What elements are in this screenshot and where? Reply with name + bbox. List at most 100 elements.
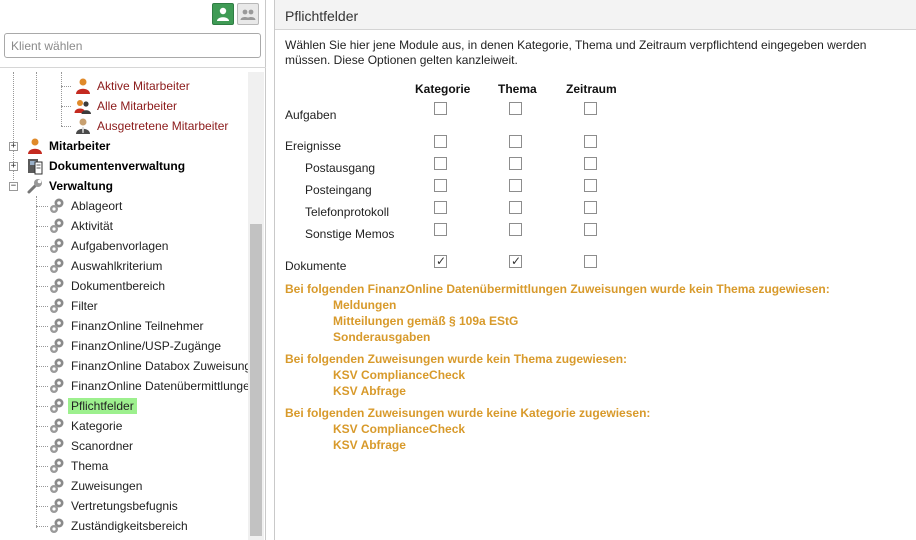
- tree-item-label: Ausgetretene Mitarbeiter: [97, 119, 229, 133]
- checkbox-kategorie[interactable]: [434, 201, 447, 214]
- tree-line: [36, 206, 48, 207]
- tree-item-label: Aufgabenvorlagen: [71, 239, 169, 253]
- tree-item-verwaltung-child[interactable]: FinanzOnline Teilnehmer: [48, 316, 207, 336]
- user-red-icon: [76, 78, 90, 94]
- gears-icon: [50, 478, 64, 493]
- tree-line: [36, 466, 48, 467]
- navigation-panel: Aktive Mitarbeiter Alle Mitarbeiter: [0, 0, 266, 540]
- checkbox-kategorie[interactable]: [434, 223, 447, 236]
- tree-line: [36, 326, 48, 327]
- group-view-button[interactable]: [237, 3, 259, 25]
- checkbox-zeitraum[interactable]: [584, 135, 597, 148]
- checkbox-zeitraum[interactable]: [584, 223, 597, 236]
- scrollbar-thumb[interactable]: [250, 224, 262, 536]
- warning-item: KSV Abfrage: [333, 438, 406, 452]
- checkbox-kategorie[interactable]: [434, 135, 447, 148]
- tree-item-label: Verwaltung: [49, 179, 114, 193]
- tree-item-alle-mitarbeiter[interactable]: Alle Mitarbeiter: [74, 96, 180, 116]
- checkbox-thema[interactable]: [509, 179, 522, 192]
- tree-item-label: Scanordner: [71, 439, 134, 453]
- gears-icon: [50, 458, 64, 473]
- single-user-view-button[interactable]: [212, 3, 234, 25]
- tree-line: [36, 446, 48, 447]
- collapse-toggle[interactable]: −: [9, 182, 18, 191]
- checkbox-kategorie[interactable]: ✓: [434, 254, 447, 268]
- tree-item-verwaltung-child[interactable]: Zuständigkeitsbereich: [48, 516, 191, 536]
- tree-item-label: Aktivität: [71, 219, 114, 233]
- tree-item-verwaltung-child[interactable]: Zuweisungen: [48, 476, 145, 496]
- app-window: Aktive Mitarbeiter Alle Mitarbeiter: [0, 0, 916, 540]
- checkbox-zeitraum[interactable]: [584, 201, 597, 214]
- tree-line: [36, 486, 48, 487]
- gears-icon: [50, 438, 64, 453]
- check-icon: ✓: [436, 254, 447, 268]
- checkbox-kategorie[interactable]: [434, 157, 447, 170]
- gears-icon: [50, 398, 64, 413]
- expand-toggle[interactable]: +: [9, 142, 18, 151]
- tree-item-verwaltung-child[interactable]: Aufgabenvorlagen: [48, 236, 171, 256]
- checkbox-thema[interactable]: [509, 157, 522, 170]
- tree-item-verwaltung-child[interactable]: Filter: [48, 296, 101, 316]
- tree-item-label: Pflichtfelder: [68, 398, 137, 414]
- checkbox-thema[interactable]: [509, 135, 522, 148]
- tree-item-verwaltung-child[interactable]: Kategorie: [48, 416, 125, 436]
- tree-item-label: Ablageort: [71, 199, 123, 213]
- gears-icon: [50, 338, 64, 353]
- tree-item-label: FinanzOnline/USP-Zugänge: [71, 339, 222, 353]
- tree-item-dokumentenverwaltung[interactable]: Dokumentenverwaltung: [26, 156, 188, 176]
- tree-line: [36, 286, 48, 287]
- checkbox-thema[interactable]: ✓: [509, 254, 522, 268]
- tree-item-verwaltung-child[interactable]: Thema: [48, 456, 111, 476]
- tree-item-label: Filter: [71, 299, 98, 313]
- column-header-thema: Thema: [498, 82, 537, 96]
- tree-item-ausgetretene-mitarbeiter[interactable]: Ausgetretene Mitarbeiter: [74, 116, 231, 136]
- tree-item-label: Mitarbeiter: [49, 139, 111, 153]
- client-search-input[interactable]: [4, 33, 261, 58]
- gears-icon: [50, 498, 64, 513]
- tree-item-verwaltung-child[interactable]: Ablageort: [48, 196, 125, 216]
- wrench-icon: [27, 179, 42, 194]
- users-icon: [240, 9, 256, 20]
- gears-icon: [50, 278, 64, 293]
- tree-line: [61, 86, 71, 87]
- warning-heading: Bei folgenden Zuweisungen wurde keine Ka…: [285, 406, 651, 420]
- tree-item-verwaltung[interactable]: Verwaltung: [26, 176, 116, 196]
- checkbox-thema[interactable]: [509, 102, 522, 115]
- tree-item-mitarbeiter[interactable]: Mitarbeiter: [26, 136, 113, 156]
- tree-item-label: Dokumentenverwaltung: [49, 159, 186, 173]
- check-icon: ✓: [511, 254, 522, 268]
- tree-item-verwaltung-child[interactable]: FinanzOnline/USP-Zugänge: [48, 336, 224, 356]
- tree-item-label: Zuweisungen: [71, 479, 143, 493]
- warning-item: KSV ComplianceCheck: [333, 368, 466, 382]
- checkbox-kategorie[interactable]: [434, 102, 447, 115]
- tree-line: [61, 72, 62, 126]
- tree-line: [61, 126, 71, 127]
- tree-item-verwaltung-child[interactable]: Vertretungsbefugnis: [48, 496, 181, 516]
- tree-item-verwaltung-child[interactable]: FinanzOnline Databox Zuweisunge: [48, 356, 248, 376]
- tree-item-verwaltung-child[interactable]: Scanordner: [48, 436, 136, 456]
- content-panel: Pflichtfelder Wählen Sie hier jene Modul…: [274, 0, 916, 540]
- checkbox-zeitraum[interactable]: [584, 255, 597, 268]
- tree-item-verwaltung-child[interactable]: Aktivität: [48, 216, 116, 236]
- left-toolbar: [0, 0, 266, 30]
- warning-heading: Bei folgenden Zuweisungen wurde kein The…: [285, 352, 628, 366]
- checkbox-kategorie[interactable]: [434, 179, 447, 192]
- tree-item-label: Kategorie: [71, 419, 123, 433]
- tree-item-verwaltung-child[interactable]: Pflichtfelder: [48, 396, 137, 416]
- tree-scrollbar[interactable]: [248, 72, 264, 540]
- tree-item-aktive-mitarbeiter[interactable]: Aktive Mitarbeiter: [74, 76, 193, 96]
- row-label: Telefonprotokoll: [305, 205, 390, 219]
- expand-toggle[interactable]: +: [9, 162, 18, 171]
- checkbox-thema[interactable]: [509, 223, 522, 236]
- tree-item-verwaltung-child[interactable]: Dokumentbereich: [48, 276, 168, 296]
- checkbox-zeitraum[interactable]: [584, 157, 597, 170]
- gears-icon: [50, 198, 64, 213]
- tree-item-verwaltung-child[interactable]: Auswahlkriterium: [48, 256, 165, 276]
- tree-item-verwaltung-child[interactable]: FinanzOnline Datenübermittlungen: [48, 376, 248, 396]
- tree-line: [36, 246, 48, 247]
- checkbox-zeitraum[interactable]: [584, 102, 597, 115]
- gears-icon: [50, 378, 64, 393]
- checkbox-thema[interactable]: [509, 201, 522, 214]
- warning-item: Meldungen: [333, 298, 397, 312]
- checkbox-zeitraum[interactable]: [584, 179, 597, 192]
